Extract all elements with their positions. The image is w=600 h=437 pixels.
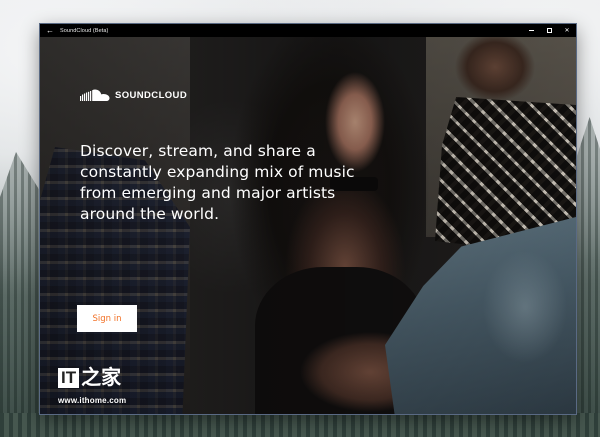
minimize-icon [528,30,534,31]
close-button[interactable]: ✕ [558,24,576,37]
minimize-button[interactable] [522,24,540,37]
watermark-url: www.ithome.com [58,396,127,405]
hero-tagline: Discover, stream, and share a constantly… [80,142,355,223]
hero-content: SOUNDCLOUD Discover, stream, and share a… [40,37,576,414]
app-window: ← SoundCloud (Beta) ✕ SOUNDCLOUD Discove… [40,24,576,414]
maximize-button[interactable] [540,24,558,37]
maximize-icon [546,28,552,33]
sign-in-button[interactable]: Sign in [77,305,137,332]
title-bar: ← SoundCloud (Beta) ✕ [40,24,576,37]
background-forest-left [0,152,40,437]
watermark-logo: IT 之家 [58,366,121,388]
brand-name: SOUNDCLOUD [115,90,188,101]
close-icon: ✕ [564,28,570,34]
back-arrow-icon: ← [46,26,54,35]
watermark-logo-it: IT [58,368,80,388]
background-forest-right [574,117,600,437]
soundcloud-logo-icon [80,89,110,101]
soundcloud-brand: SOUNDCLOUD [80,89,187,102]
watermark-logo-zh: 之家 [81,365,122,389]
background-forest-bottom [0,413,600,437]
window-controls: ✕ [522,24,576,37]
back-button[interactable]: ← [40,24,60,37]
window-title: SoundCloud (Beta) [60,27,109,34]
